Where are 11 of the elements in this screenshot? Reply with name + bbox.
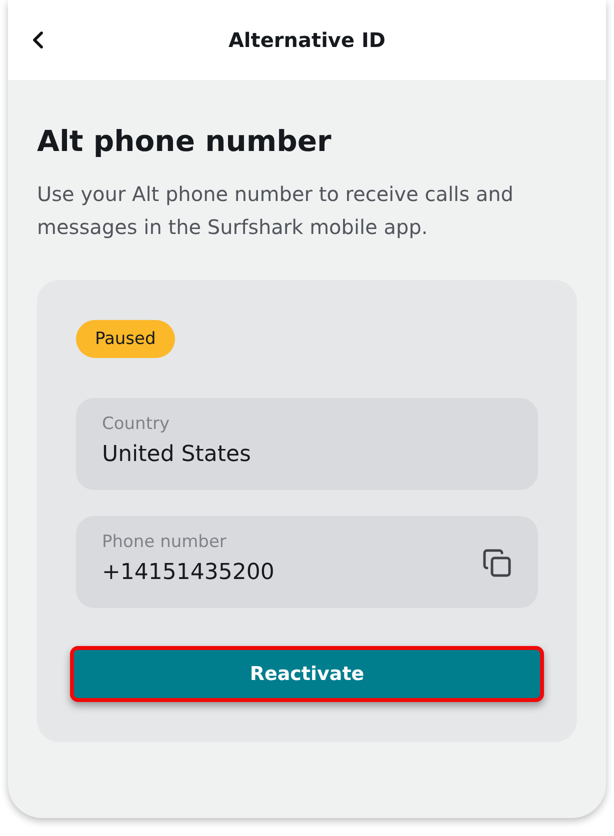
- reactivate-button[interactable]: Reactivate: [70, 646, 544, 702]
- field-label: Phone number: [102, 532, 228, 552]
- field-value: +14151435200: [102, 560, 274, 585]
- copy-icon: [482, 548, 512, 578]
- section-description: Use your Alt phone number to receive calls and messages in the Surfshark mobile app.: [37, 181, 514, 241]
- copy-button[interactable]: [482, 548, 512, 578]
- field-label: Country: [102, 414, 171, 434]
- section-title: Alt phone number: [37, 124, 332, 158]
- status-badge: Paused: [76, 320, 175, 358]
- field-value: United States: [102, 442, 251, 467]
- header-title: Alternative ID: [227, 28, 387, 52]
